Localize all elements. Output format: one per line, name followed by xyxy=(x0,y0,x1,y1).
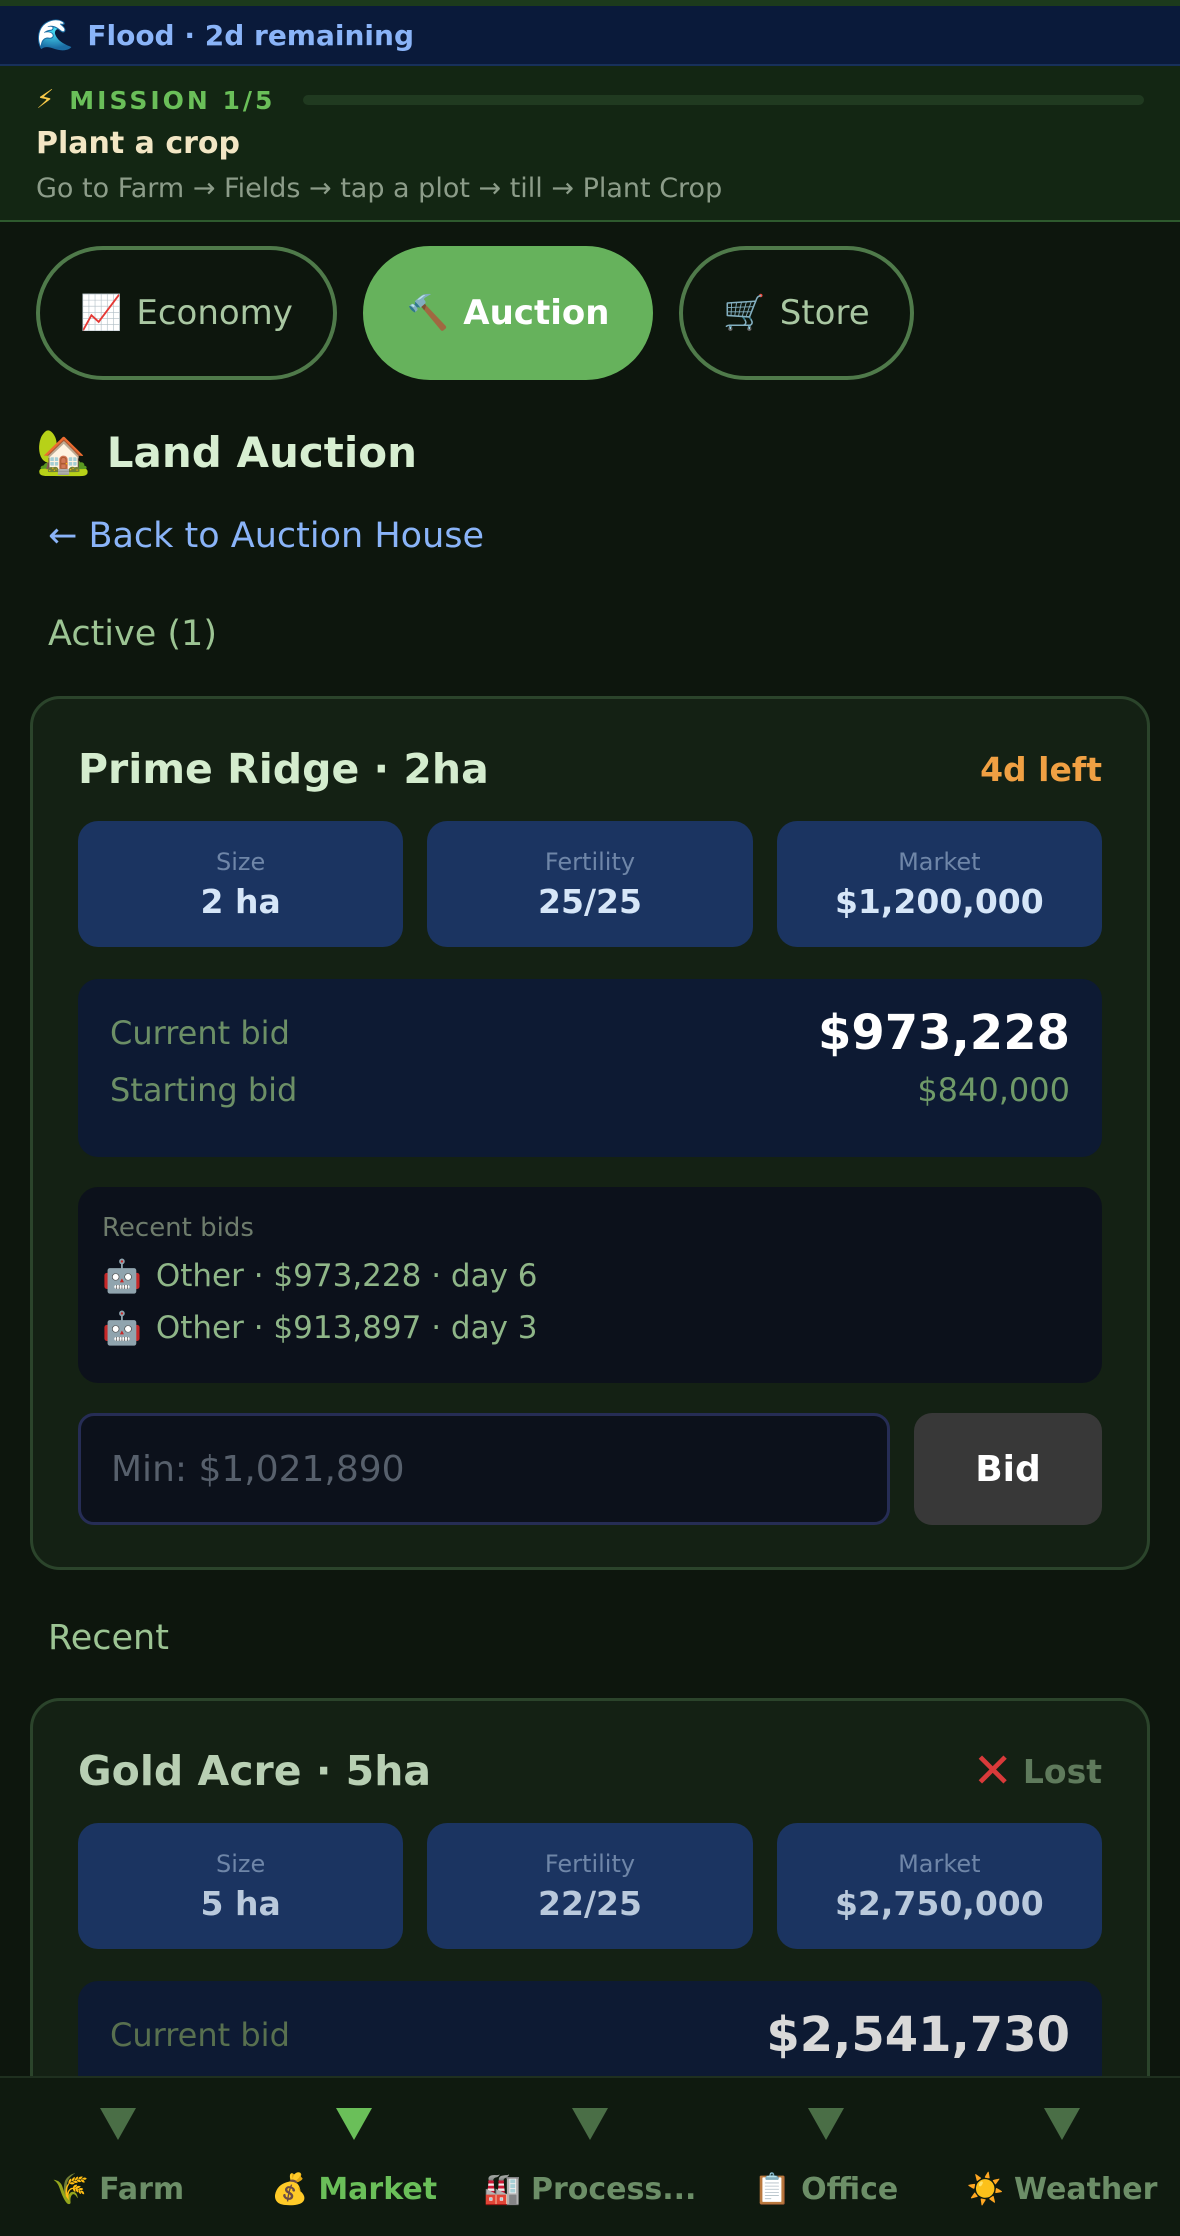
starting-bid-value: $840,000 xyxy=(917,1071,1070,1109)
triangle-down-icon xyxy=(336,2108,372,2140)
stat-label: Market xyxy=(898,1849,981,1878)
cart-icon: 🛒 xyxy=(723,293,766,333)
flood-alert-bar: 🌊 Flood · 2d remaining xyxy=(0,0,1180,66)
stat-value: $2,750,000 xyxy=(834,1883,1044,1923)
nav-market[interactable]: 💰 Market xyxy=(236,2078,472,2236)
current-bid-value: $2,541,730 xyxy=(766,2007,1070,2063)
stat-value: 2 ha xyxy=(200,881,281,921)
page-title: 🏡 Land Auction xyxy=(36,426,417,478)
stat-label: Market xyxy=(898,847,981,876)
mission-title: Plant a crop xyxy=(36,126,241,161)
wheat-icon: 🌾 xyxy=(51,2172,90,2207)
bottom-nav: 🌾 Farm 💰 Market 🏭 Process... 📋 Office ☀️ Weat… xyxy=(0,2076,1180,2236)
hammer-icon: 🔨 xyxy=(406,293,450,333)
nav-label: Weather xyxy=(1013,2172,1158,2207)
recent-bid-text: Other · $913,897 · day 3 xyxy=(155,1310,538,1346)
stat-fertility: Fertility 22/25 xyxy=(427,1823,753,1949)
stat-label: Size xyxy=(216,847,266,876)
mission-counter: MISSION 1/5 xyxy=(69,85,276,115)
nav-weather[interactable]: ☀️ Weather xyxy=(944,2078,1180,2236)
recent-bid-text: Other · $973,228 · day 6 xyxy=(155,1258,538,1294)
robot-icon: 🤖 xyxy=(102,1257,142,1295)
bid-summary: Current bid $973,228 Starting bid $840,0… xyxy=(78,979,1102,1157)
mission-panel[interactable]: ⚡ MISSION 1/5 Plant a crop Go to Farm → … xyxy=(0,66,1180,222)
stat-value: 5 ha xyxy=(200,1883,281,1923)
bid-button[interactable]: Bid xyxy=(914,1413,1102,1525)
mission-tag: ⚡ MISSION 1/5 xyxy=(36,85,275,115)
mission-progress-bar xyxy=(303,95,1144,105)
active-section-label: Active (1) xyxy=(48,614,217,654)
tab-label: Auction xyxy=(463,293,610,333)
house-icon: 🏡 xyxy=(36,427,91,478)
auction-title: Gold Acre · 5ha xyxy=(78,1747,432,1795)
stat-fertility: Fertility 25/25 xyxy=(427,821,753,947)
clipboard-icon: 📋 xyxy=(753,2172,792,2207)
bid-form: Bid xyxy=(78,1413,1102,1525)
stat-label: Fertility xyxy=(544,847,636,876)
stat-size: Size 5 ha xyxy=(78,1823,404,1949)
stat-size: Size 2 ha xyxy=(78,821,404,947)
tab-store[interactable]: 🛒 Store xyxy=(679,246,914,380)
current-bid-label: Current bid xyxy=(110,2016,290,2054)
recent-bids-panel: Recent bids 🤖 Other · $973,228 · day 6 🤖… xyxy=(78,1187,1102,1383)
lightning-icon: ⚡ xyxy=(36,85,58,115)
nav-label: Process... xyxy=(530,2172,697,2207)
stat-label: Fertility xyxy=(544,1849,636,1878)
list-item: 🤖 Other · $913,897 · day 3 xyxy=(102,1309,1078,1347)
stat-market: Market $1,200,000 xyxy=(776,821,1102,947)
tab-label: Store xyxy=(779,293,870,333)
stat-value: 22/25 xyxy=(538,1883,642,1923)
triangle-down-icon xyxy=(1044,2108,1080,2140)
red-x-icon: ✕ xyxy=(972,1743,1013,1799)
stat-value: 25/25 xyxy=(538,881,642,921)
current-bid-value: $973,228 xyxy=(817,1005,1070,1061)
money-bag-icon: 💰 xyxy=(270,2172,309,2207)
nav-label: Farm xyxy=(99,2172,185,2207)
triangle-down-icon xyxy=(100,2108,136,2140)
robot-icon: 🤖 xyxy=(102,1309,142,1347)
stat-label: Size xyxy=(216,1849,266,1878)
nav-processing[interactable]: 🏭 Process... xyxy=(472,2078,708,2236)
starting-bid-label: Starting bid xyxy=(110,1071,298,1109)
mission-description: Go to Farm → Fields → tap a plot → till … xyxy=(36,173,723,204)
status-text: Lost xyxy=(1022,1751,1102,1791)
active-auction-card: Prime Ridge · 2ha 4d left Size 2 ha Fert… xyxy=(30,696,1150,1570)
stat-value: $1,200,000 xyxy=(834,881,1044,921)
chart-icon: 📈 xyxy=(80,293,123,333)
auction-title: Prime Ridge · 2ha xyxy=(78,745,489,793)
current-bid-label: Current bid xyxy=(110,1014,290,1052)
tab-label: Economy xyxy=(136,293,293,333)
sun-icon: ☀️ xyxy=(966,2172,1004,2207)
flood-alert-text: Flood · 2d remaining xyxy=(87,18,414,52)
lost-badge: ✕ Lost xyxy=(973,1747,1102,1795)
stat-market: Market $2,750,000 xyxy=(776,1823,1102,1949)
nav-office[interactable]: 📋 Office xyxy=(708,2078,944,2236)
triangle-down-icon xyxy=(572,2108,608,2140)
factory-icon: 🏭 xyxy=(483,2172,521,2207)
tab-auction[interactable]: 🔨 Auction xyxy=(362,246,654,380)
list-item: 🤖 Other · $973,228 · day 6 xyxy=(102,1257,1078,1295)
recent-section-label: Recent xyxy=(48,1618,169,1658)
nav-label: Market xyxy=(318,2172,438,2207)
bid-amount-input[interactable] xyxy=(78,1413,890,1525)
tab-economy[interactable]: 📈 Economy xyxy=(36,246,337,380)
time-left-badge: 4d left xyxy=(980,749,1102,789)
nav-label: Office xyxy=(801,2172,899,2207)
wave-icon: 🌊 xyxy=(36,17,74,53)
market-tabs: 📈 Economy 🔨 Auction 🛒 Store xyxy=(36,246,914,380)
triangle-down-icon xyxy=(808,2108,844,2140)
recent-bids-label: Recent bids xyxy=(102,1213,254,1243)
nav-farm[interactable]: 🌾 Farm xyxy=(0,2078,236,2236)
page-title-text: Land Auction xyxy=(106,427,418,477)
back-to-auction-house-link[interactable]: ← Back to Auction House xyxy=(48,516,484,556)
